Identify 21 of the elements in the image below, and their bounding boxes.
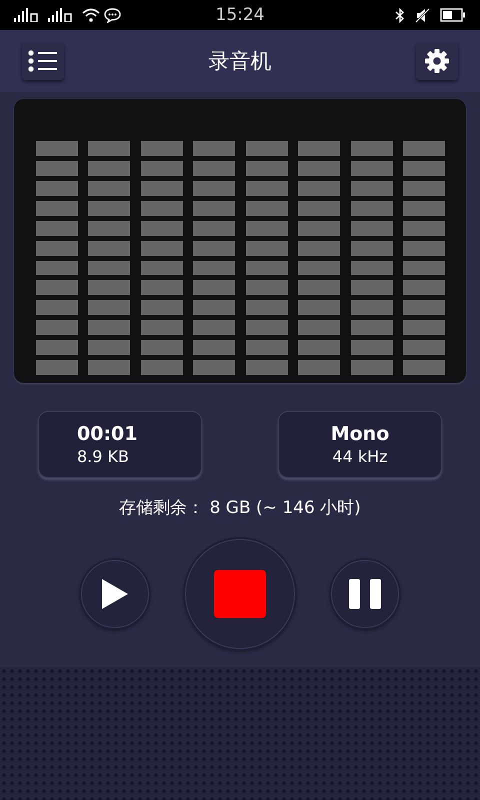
pause-icon xyxy=(349,579,381,609)
storage-remaining-text: 存储剩余： 8 GB (~ 146 小时) xyxy=(119,497,361,519)
play-icon xyxy=(101,578,129,610)
card-detail: 8.9 KB xyxy=(77,447,130,466)
chat-bubble-icon xyxy=(104,8,121,22)
muted-speaker-icon xyxy=(415,8,430,22)
card-value: 00:01 xyxy=(77,423,138,445)
menu-icon xyxy=(28,50,58,72)
app-title: 录音机 xyxy=(208,48,272,75)
battery-icon xyxy=(440,8,466,22)
bluetooth-icon xyxy=(395,8,405,22)
wifi-icon xyxy=(82,8,100,22)
clock-time: 15:24 xyxy=(216,5,264,25)
stop-icon xyxy=(214,570,266,618)
play-button[interactable] xyxy=(81,560,149,628)
menu-button[interactable] xyxy=(22,42,64,80)
card-value: Mono xyxy=(330,423,390,445)
settings-button[interactable] xyxy=(416,42,458,80)
card-detail: 44 kHz xyxy=(332,447,388,466)
pause-button[interactable] xyxy=(331,560,399,628)
settings-icon xyxy=(424,48,450,74)
